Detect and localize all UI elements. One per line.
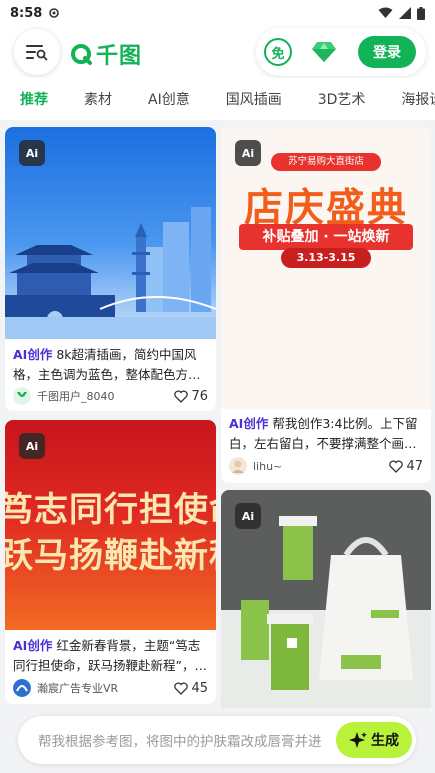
like-count: 76 <box>191 388 208 404</box>
avatar[interactable] <box>13 387 31 405</box>
status-icons <box>378 6 425 20</box>
status-bar: 8:58 <box>0 0 435 26</box>
banner-line-2: 跃马扬鞭赴新程 <box>5 536 216 576</box>
ai-badge-icon: Ai <box>235 140 261 166</box>
logo-mark-icon <box>71 44 92 65</box>
card-description: AI创作 红金新春背景，主题“笃志同行担使命，跃马扬鞭赴新程”，… <box>13 636 208 676</box>
tab-materials[interactable]: 素材 <box>84 89 112 109</box>
feed-card[interactable]: 笃志同行担使命 跃马扬鞭赴新程 Ai AI创作红金新春背景，主题“笃志同行担使命… <box>5 420 216 704</box>
ai-creation-tag: AI创作 <box>13 347 53 362</box>
bottom-prompt-area: 帮我根据参考图，将图中的护肤霜改成唇膏并进 生成 <box>0 708 435 773</box>
signal-icon <box>399 7 411 19</box>
sparkle-icon <box>349 732 367 748</box>
like-button[interactable]: 76 <box>174 389 208 404</box>
app-header: 千图 免 登录 <box>0 26 435 78</box>
feed-card[interactable]: Ai AI创作 8k超清插画，简约中国风格，主色调为蓝色，整体配色方… 千图用户_… <box>5 127 216 411</box>
prompt-input[interactable]: 帮我根据参考图，将图中的护肤霜改成唇膏并进 生成 <box>18 716 416 764</box>
heart-icon <box>174 681 189 695</box>
login-button[interactable]: 登录 <box>358 36 416 68</box>
status-time: 8:58 <box>10 5 43 21</box>
ai-badge-icon: Ai <box>235 503 261 529</box>
card-description: AI创作 8k超清插画，简约中国风格，主色调为蓝色，整体配色方… <box>13 345 208 385</box>
card-username[interactable]: 千图用户_8040 <box>37 388 115 404</box>
avatar[interactable] <box>229 457 247 475</box>
wifi-icon <box>378 7 393 18</box>
ai-creation-tag: AI创作 <box>229 416 269 431</box>
app-root: 8:58 千图 免 登录 推荐 素材 AI创意 国风插画 3D艺术 海报 Ai … <box>0 0 435 773</box>
poster-subtitle: 补贴叠加 · 一站焕新 <box>239 224 413 250</box>
menu-search-icon <box>26 45 48 61</box>
settings-gear-icon <box>49 8 60 18</box>
card-meta: 千图用户_8040 76 <box>13 386 208 406</box>
tab-poster-design[interactable]: 海报设 <box>401 89 435 109</box>
feed-card[interactable]: Ai <box>221 490 431 710</box>
header-actions: 免 登录 <box>256 28 426 76</box>
card-username[interactable]: 瀚宸广告专业VR <box>37 680 118 696</box>
heart-icon <box>389 459 404 473</box>
app-logo[interactable]: 千图 <box>70 38 142 70</box>
banner-line-1: 笃志同行担使命 <box>5 490 216 530</box>
category-tabs: 推荐 素材 AI创意 国风插画 3D艺术 海报设 <box>0 78 435 120</box>
tab-guofeng-illustration[interactable]: 国风插画 <box>226 89 282 109</box>
card-image: 苏宁易购大直街店 店庆盛典 补贴叠加 · 一站焕新 3.13-3.15 <box>221 127 431 409</box>
poster-date: 3.13-3.15 <box>281 248 371 268</box>
tab-ai-creative[interactable]: AI创意 <box>148 89 190 109</box>
like-button[interactable]: 45 <box>174 681 208 696</box>
avatar[interactable] <box>13 679 31 697</box>
tab-recommend[interactable]: 推荐 <box>20 89 48 109</box>
heart-icon <box>174 389 189 403</box>
tab-3d-art[interactable]: 3D艺术 <box>318 89 366 109</box>
like-button[interactable]: 47 <box>389 459 423 474</box>
card-username[interactable]: lihu~ <box>253 460 282 473</box>
menu-search-button[interactable] <box>14 29 60 75</box>
battery-icon <box>417 6 425 20</box>
ai-creation-tag: AI创作 <box>13 638 53 653</box>
generate-button-label: 生成 <box>371 733 399 749</box>
ai-badge-icon: Ai <box>19 140 45 166</box>
card-meta: lihu~ 47 <box>229 456 423 476</box>
like-count: 45 <box>191 680 208 696</box>
card-meta: 瀚宸广告专业VR 45 <box>13 678 208 698</box>
ai-badge-icon: Ai <box>19 433 45 459</box>
logo-text: 千图 <box>96 44 143 69</box>
card-description: AI创作 帮我创作3:4比例。上下留白，左右留白，不要撑满整个画… <box>229 414 423 454</box>
prompt-placeholder: 帮我根据参考图，将图中的护肤霜改成唇膏并进 <box>38 734 322 750</box>
feed-card[interactable]: 苏宁易购大直街店 店庆盛典 补贴叠加 · 一站焕新 3.13-3.15 Ai A… <box>221 127 431 483</box>
generate-button[interactable]: 生成 <box>336 722 412 758</box>
free-badge-button[interactable]: 免 <box>264 38 292 66</box>
vip-diamond-icon[interactable] <box>311 40 337 64</box>
poster-store-name: 苏宁易购大直街店 <box>271 153 381 171</box>
like-count: 47 <box>406 458 423 474</box>
